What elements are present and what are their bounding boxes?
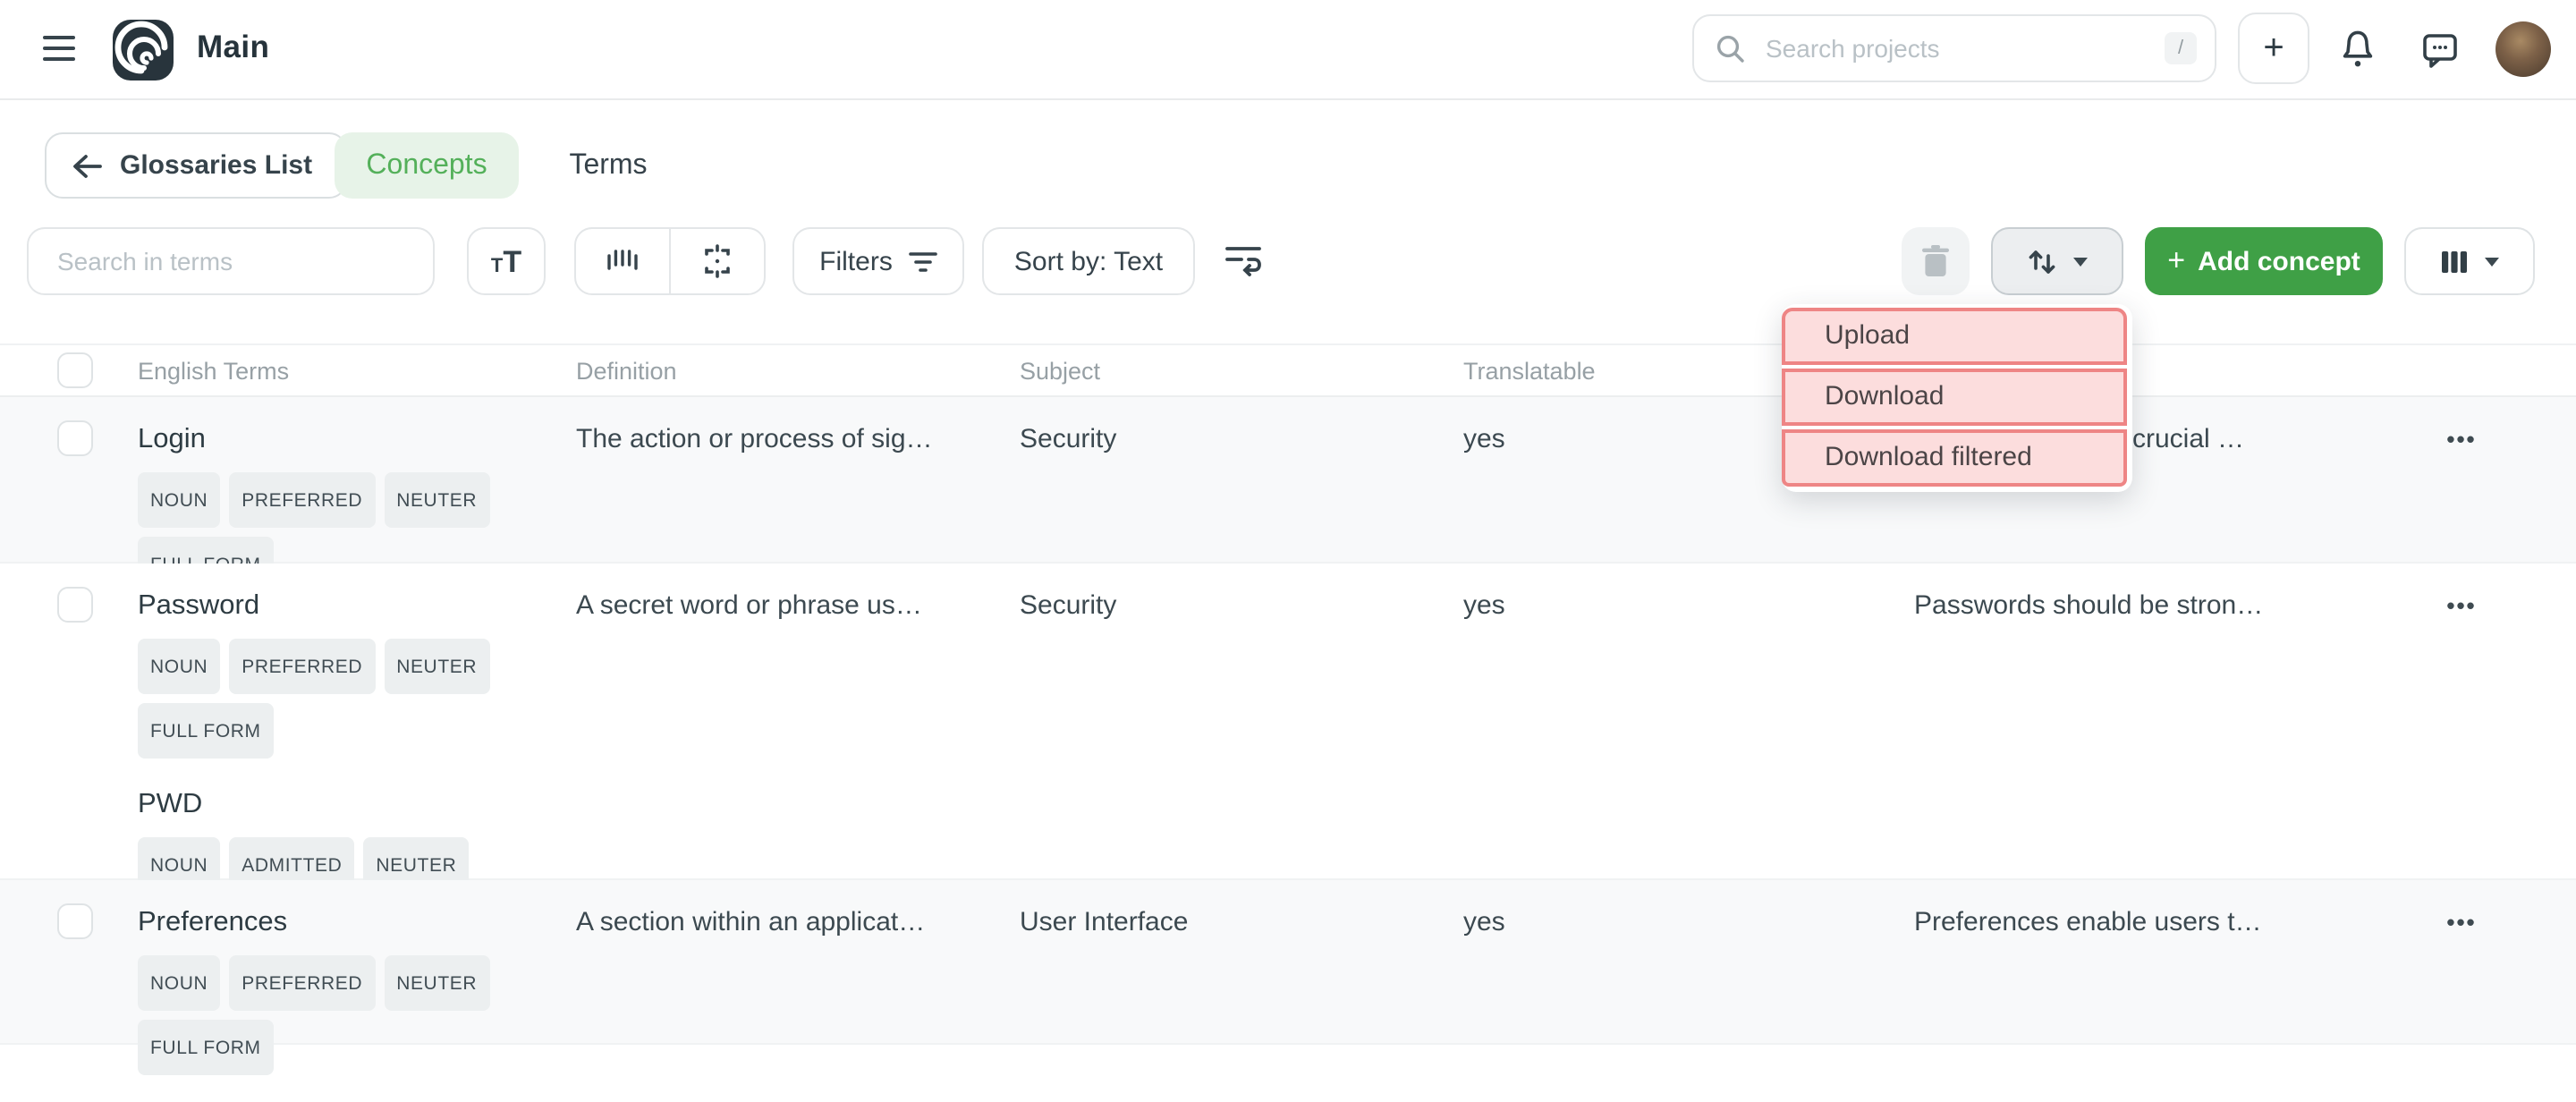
columns-icon [2440, 248, 2469, 275]
add-concept-button[interactable]: + Add concept [2145, 227, 2383, 295]
search-shortcut-hint: / [2165, 32, 2197, 64]
columns-dropdown-button[interactable] [2404, 227, 2535, 295]
table-header: English Terms Definition Subject Transla… [0, 343, 2576, 397]
badge: PREFERRED [229, 955, 375, 1011]
barcode-view-button[interactable] [576, 229, 669, 293]
chevron-down-icon [2485, 257, 2499, 266]
table-row[interactable]: Preferences NOUN PREFERRED NEUTER FULL F… [0, 880, 2576, 1045]
badge: FULL FORM [138, 703, 274, 759]
project-search[interactable]: / [1692, 14, 2216, 82]
plus-icon: + [2167, 242, 2185, 278]
table-row[interactable]: Password NOUN PREFERRED NEUTER FULL FORM… [0, 564, 2576, 880]
focus-frame-icon [698, 242, 737, 281]
column-header-english-terms[interactable]: English Terms [138, 358, 289, 385]
tab-terms[interactable]: Terms [537, 132, 680, 199]
row-checkbox[interactable] [57, 587, 93, 623]
translatable-cell: yes [1463, 903, 1875, 943]
term-name[interactable]: Login [138, 420, 540, 460]
column-header-translatable[interactable]: Translatable [1463, 358, 1596, 385]
import-export-menu: Upload Download Download filtered [1782, 304, 2132, 492]
subject-cell: Security [1020, 587, 1431, 626]
back-to-glossaries-button[interactable]: Glossaries List [45, 132, 346, 199]
trash-icon [1919, 243, 1952, 279]
badge: FULL FORM [138, 1020, 274, 1075]
badge: NEUTER [384, 955, 489, 1011]
add-concept-label: Add concept [2198, 246, 2360, 276]
arrow-left-icon [72, 153, 102, 178]
filters-label: Filters [819, 246, 893, 276]
barcode-icon [603, 242, 642, 281]
table-row[interactable]: Login NOUN PREFERRED NEUTER FULL FORM Th… [0, 397, 2576, 564]
term-cell: Preferences NOUN PREFERRED NEUTER FULL F… [138, 903, 540, 1102]
view-mode-button-group [574, 227, 766, 295]
column-header-definition[interactable]: Definition [576, 358, 677, 385]
subject-cell: User Interface [1020, 903, 1431, 943]
delete-button[interactable] [1902, 227, 1970, 295]
note-cell: Preferences enable users t… [1914, 903, 2451, 943]
focus-frame-button[interactable] [671, 229, 764, 293]
menu-item-download-filtered[interactable]: Download filtered [1782, 429, 2127, 487]
filters-button[interactable]: Filters [792, 227, 964, 295]
back-button-label: Glossaries List [120, 150, 312, 181]
notifications-bell-icon[interactable] [2336, 27, 2379, 73]
wrap-text-icon[interactable] [1222, 242, 1265, 281]
term-name[interactable]: Preferences [138, 903, 540, 943]
text-case-toggle-button[interactable]: TT [467, 227, 546, 295]
note-cell: Passwords should be stron… [1914, 587, 2451, 626]
text-case-icon: TT [491, 246, 521, 276]
term-name[interactable]: Password [138, 587, 540, 626]
row-actions-button[interactable]: ••• [2419, 420, 2504, 460]
row-checkbox[interactable] [57, 903, 93, 939]
tab-concepts[interactable]: Concepts [335, 132, 519, 199]
badge: PREFERRED [229, 472, 375, 528]
definition-cell: A secret word or phrase us… [576, 587, 987, 626]
badge: NEUTER [384, 639, 489, 694]
term-badges: NOUN PREFERRED NEUTER FULL FORM [138, 955, 504, 1075]
filter-lines-icon [909, 249, 937, 274]
term-name[interactable]: PWD [138, 785, 540, 825]
user-avatar[interactable] [2496, 21, 2551, 77]
tab-concepts-label: Concepts [366, 149, 487, 182]
topbar-divider [0, 98, 2576, 100]
row-actions-button[interactable]: ••• [2419, 903, 2504, 943]
badge: NOUN [138, 472, 220, 528]
column-header-subject[interactable]: Subject [1020, 358, 1100, 385]
badge: NEUTER [384, 472, 489, 528]
definition-cell: The action or process of sig… [576, 420, 987, 460]
terms-search-input[interactable] [54, 245, 408, 277]
terms-search[interactable] [27, 227, 435, 295]
subject-cell: Security [1020, 420, 1431, 460]
term-block: Password NOUN PREFERRED NEUTER FULL FORM [138, 587, 540, 759]
page-title: Main [197, 29, 269, 66]
feedback-chat-icon[interactable] [2419, 29, 2462, 72]
term-badges: NOUN PREFERRED NEUTER FULL FORM [138, 639, 504, 759]
import-export-dropdown-button[interactable] [1991, 227, 2123, 295]
tab-terms-label: Terms [569, 149, 647, 182]
row-checkbox[interactable] [57, 420, 93, 456]
app: Main / + Glossaries List Concepts Terms … [0, 0, 2576, 1101]
term-block: Preferences NOUN PREFERRED NEUTER FULL F… [138, 903, 540, 1075]
badge: PREFERRED [229, 639, 375, 694]
up-down-arrows-icon [2027, 244, 2057, 278]
project-search-input[interactable] [1762, 32, 2165, 64]
search-icon [1716, 33, 1746, 64]
menu-item-upload[interactable]: Upload [1782, 308, 2127, 365]
hamburger-menu-icon[interactable] [43, 36, 75, 61]
sort-by-label: Sort by: Text [1014, 246, 1163, 276]
translatable-cell: yes [1463, 587, 1875, 626]
badge: NOUN [138, 955, 220, 1011]
badge: NOUN [138, 639, 220, 694]
sort-by-button[interactable]: Sort by: Text [982, 227, 1195, 295]
add-new-button[interactable]: + [2238, 13, 2309, 84]
select-all-checkbox[interactable] [57, 352, 93, 388]
row-actions-button[interactable]: ••• [2419, 587, 2504, 626]
menu-item-download[interactable]: Download [1782, 369, 2127, 426]
chevron-down-icon [2073, 257, 2088, 266]
definition-cell: A section within an applicat… [576, 903, 987, 943]
top-bar: Main / + [0, 0, 2576, 98]
app-logo-icon[interactable] [113, 20, 174, 81]
